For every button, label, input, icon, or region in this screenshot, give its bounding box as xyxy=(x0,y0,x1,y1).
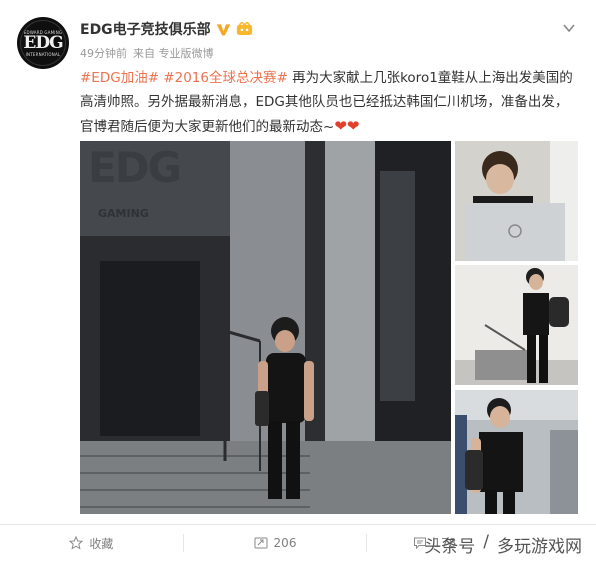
photo-main[interactable]: EDG GAMING xyxy=(80,141,451,514)
heart-emoji: ❤❤ xyxy=(334,117,360,135)
favorite-label: 收藏 xyxy=(89,536,114,551)
photo-side-2[interactable] xyxy=(455,265,578,385)
hashtag-worlds[interactable]: #2016全球总决赛# xyxy=(163,70,287,86)
repost-count: 206 xyxy=(273,536,297,550)
watermark-left: 头条号 xyxy=(424,537,476,557)
verified-icon xyxy=(216,23,230,35)
favorite-button[interactable]: 收藏 xyxy=(0,525,183,561)
building-sign-sub: GAMING xyxy=(98,207,149,220)
post-text: #EDG加油# #2016全球总决赛# 再为大家献上几张koro1童鞋从上海出发… xyxy=(80,66,580,139)
photo-main-scene xyxy=(80,141,451,514)
photo-side-2-scene xyxy=(455,265,578,385)
vip-icon[interactable] xyxy=(236,22,253,36)
photo-side-1-scene xyxy=(455,141,578,261)
building-sign: EDG xyxy=(88,143,182,192)
post-meta: 49分钟前 来自 专业版微博 xyxy=(80,45,214,61)
account-name[interactable]: EDG电子竞技俱乐部 xyxy=(80,19,211,39)
avatar-ring xyxy=(20,20,66,66)
photo-side-1[interactable] xyxy=(455,141,578,261)
avatar[interactable]: EDWARD GAMING EDG INTERNATIONAL xyxy=(17,17,69,69)
photo-side-3-scene xyxy=(455,390,578,514)
watermark: 头条号 / 多玩游戏网 xyxy=(424,532,582,557)
account-name-row: EDG电子竞技俱乐部 xyxy=(80,19,253,39)
watermark-slash: / xyxy=(483,532,489,552)
chevron-down-icon[interactable] xyxy=(562,21,576,35)
post-time[interactable]: 49分钟前 xyxy=(80,45,127,61)
post-source[interactable]: 来自 专业版微博 xyxy=(133,45,214,61)
hashtag-edg[interactable]: #EDG加油# xyxy=(80,70,159,86)
watermark-right: 多玩游戏网 xyxy=(497,537,582,557)
repost-button[interactable]: 206 xyxy=(184,525,367,561)
photo-side-3[interactable] xyxy=(455,390,578,514)
star-icon xyxy=(69,536,84,550)
repost-icon xyxy=(254,537,268,549)
